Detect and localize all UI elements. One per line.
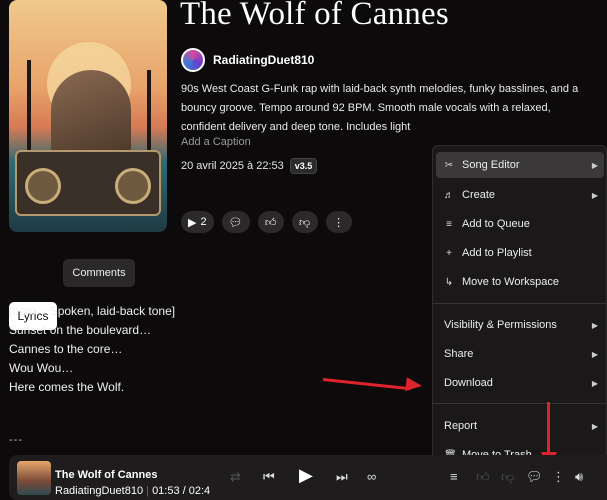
lyric-line: Sunset on the boulevard… bbox=[9, 323, 152, 337]
lyric-line: [Intro – Spoken, laid-back tone] bbox=[9, 304, 176, 318]
cover-speaker bbox=[115, 168, 151, 204]
chevron-right-icon: ▶ bbox=[591, 349, 598, 359]
menu-item-download[interactable]: Download ▶ bbox=[436, 370, 604, 396]
menu-item-share[interactable]: Share ▶ bbox=[436, 341, 604, 367]
menu-item-label: Add to Queue bbox=[462, 218, 530, 230]
cover-wolf bbox=[51, 70, 131, 160]
menu-item-label: Visibility & Permissions bbox=[444, 319, 557, 331]
menu-item-add-to-playlist[interactable]: + Add to Playlist bbox=[436, 240, 604, 266]
context-menu: ✂ Song Editor ▶ ♬ Create ▶ ≡ Add to Queu… bbox=[432, 145, 607, 472]
menu-item-label: Create bbox=[462, 189, 496, 201]
song-actions: ▶ 2 💬︎ 👍︎ 👎︎ ⋮ bbox=[181, 211, 352, 233]
prev-icon[interactable]: ⏮︎ bbox=[263, 469, 275, 485]
add-caption[interactable]: Add a Caption bbox=[181, 136, 251, 148]
chevron-right-icon: ▶ bbox=[591, 378, 598, 388]
player-meta: RadiatingDuet810 | 01:53 / 02:4 bbox=[55, 485, 210, 497]
cover-boombox bbox=[15, 150, 161, 216]
thumbs-down-icon: 👎︎ bbox=[298, 216, 311, 229]
song-description: 90s West Coast G-Funk rap with laid-back… bbox=[181, 83, 579, 133]
menu-item-label: Download bbox=[444, 377, 493, 389]
menu-item-add-to-queue[interactable]: ≡ Add to Queue bbox=[436, 211, 604, 237]
comment-icon[interactable]: 💬︎ bbox=[526, 469, 543, 485]
menu-divider bbox=[433, 403, 606, 404]
queue-icon[interactable]: ≡ bbox=[450, 469, 458, 484]
thumbs-up-icon: 👍︎ bbox=[264, 216, 277, 229]
menu-item-label: Song Editor bbox=[462, 159, 520, 171]
play-icon: ▶ bbox=[188, 216, 197, 229]
menu-item-create[interactable]: ♬ Create ▶ bbox=[436, 182, 604, 208]
repeat-icon[interactable]: ∞ bbox=[367, 469, 376, 484]
plus-icon: + bbox=[446, 247, 452, 259]
player-time: 01:53 / 02:4 bbox=[152, 485, 211, 497]
chevron-right-icon: ▶ bbox=[591, 160, 598, 170]
version-badge: v3.5 bbox=[289, 158, 318, 174]
more-icon: ⋮ bbox=[333, 216, 345, 229]
artist-name[interactable]: RadiatingDuet810 bbox=[213, 53, 314, 67]
more-button[interactable]: ⋮ bbox=[325, 211, 352, 233]
volume-icon[interactable]: 🔊︎ bbox=[575, 469, 583, 485]
player-artist[interactable]: RadiatingDuet810 bbox=[55, 485, 143, 497]
scissors-icon: ✂ bbox=[444, 159, 454, 171]
thumbs-up-icon[interactable]: 👍︎ bbox=[476, 469, 490, 485]
lyric-line: Cannes to the core… bbox=[9, 342, 123, 356]
tab-comments[interactable]: Comments bbox=[63, 259, 135, 287]
chevron-right-icon: ▶ bbox=[591, 320, 598, 330]
play-button[interactable]: ▶ bbox=[299, 465, 313, 486]
player-title[interactable]: The Wolf of Cannes bbox=[55, 469, 157, 481]
queue-icon: ≡ bbox=[446, 218, 452, 230]
menu-item-label: Report bbox=[444, 420, 478, 432]
play-count: 2 bbox=[200, 216, 207, 228]
menu-item-report[interactable]: Report ▶ bbox=[436, 413, 604, 439]
created-date: 20 avril 2025 à 22:53 bbox=[181, 160, 284, 172]
menu-item-label: Move to Workspace bbox=[462, 276, 560, 288]
lyrics-text: [Intro – Spoken, laid-back tone] Sunset … bbox=[9, 302, 175, 397]
chevron-right-icon: ▶ bbox=[591, 190, 598, 200]
cover-palm bbox=[27, 60, 31, 160]
cover-speaker bbox=[25, 168, 61, 204]
menu-divider bbox=[433, 303, 606, 304]
song-title: The Wolf of Cannes bbox=[180, 0, 449, 32]
more-icon[interactable]: ⋮ bbox=[552, 469, 565, 485]
avatar[interactable] bbox=[181, 48, 205, 72]
menu-item-visibility[interactable]: Visibility & Permissions ▶ bbox=[436, 312, 604, 338]
player-thumbnail[interactable] bbox=[17, 461, 51, 495]
comment-icon: 💬︎ bbox=[228, 216, 243, 229]
artist-row[interactable]: RadiatingDuet810 bbox=[181, 48, 314, 72]
menu-item-label: Share bbox=[444, 348, 474, 360]
next-icon[interactable]: ⏭︎ bbox=[336, 469, 348, 485]
lyric-line: Wou Wou… bbox=[9, 361, 74, 375]
like-button[interactable]: 👍︎ bbox=[257, 211, 284, 233]
comment-button[interactable]: 💬︎ bbox=[221, 211, 250, 233]
date-row: 20 avril 2025 à 22:53 v3.5 bbox=[181, 158, 318, 174]
menu-item-label: Add to Playlist bbox=[462, 247, 532, 259]
player-bar: The Wolf of Cannes RadiatingDuet810 | 01… bbox=[9, 455, 607, 500]
lyrics-separator: --- bbox=[9, 434, 23, 446]
dislike-button[interactable]: 👎︎ bbox=[291, 211, 318, 233]
cover-art[interactable] bbox=[9, 0, 167, 232]
create-icon: ♬ bbox=[444, 189, 454, 201]
menu-item-song-editor[interactable]: ✂ Song Editor ▶ bbox=[436, 152, 604, 178]
cover-palm bbox=[147, 70, 151, 160]
lyric-line: Here comes the Wolf. bbox=[9, 380, 125, 394]
chevron-right-icon: ▶ bbox=[591, 421, 598, 431]
play-count-button[interactable]: ▶ 2 bbox=[181, 211, 214, 233]
shuffle-icon[interactable]: ⇄ bbox=[230, 469, 241, 485]
thumbs-down-icon[interactable]: 👎︎ bbox=[501, 469, 514, 485]
menu-item-move-to-workspace[interactable]: ↳ Move to Workspace bbox=[436, 269, 604, 295]
workspace-icon: ↳ bbox=[444, 276, 454, 288]
